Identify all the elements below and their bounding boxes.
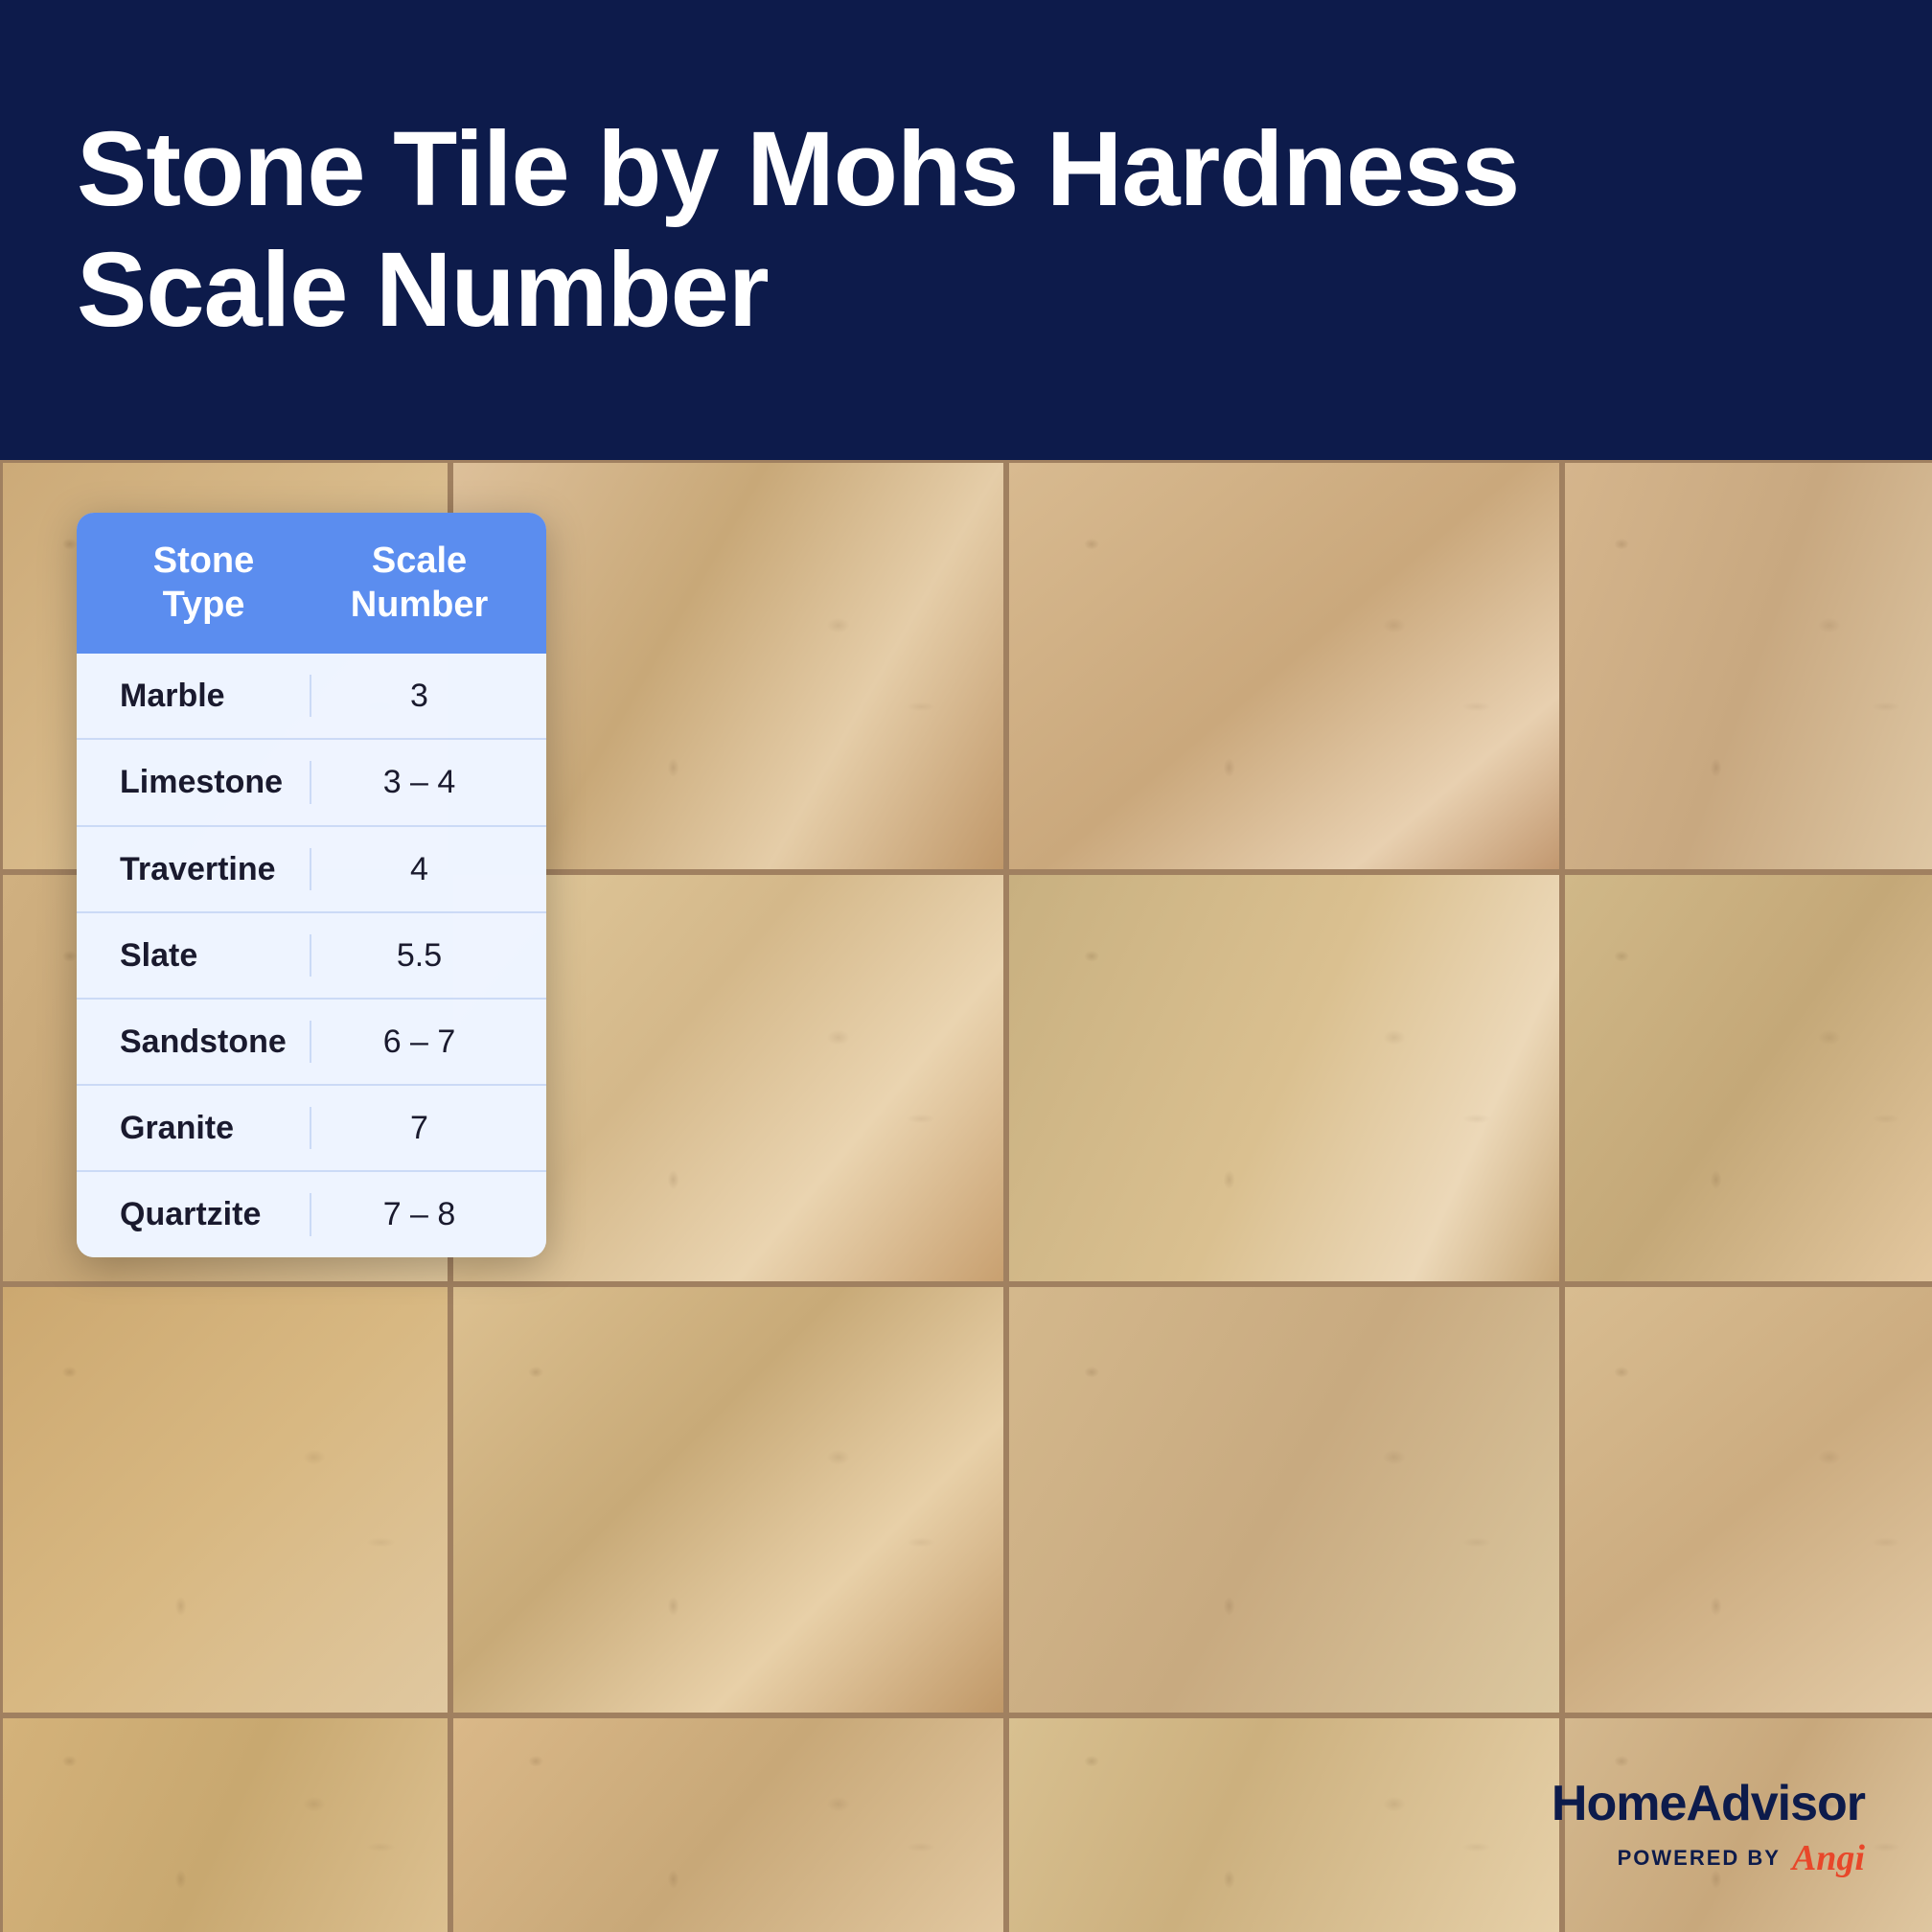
stone-tile <box>1562 872 1932 1284</box>
stone-type-cell: Marble <box>96 675 311 717</box>
table-body: Marble 3 Limestone 3 – 4 Travertine 4 Sl… <box>77 654 546 1256</box>
content-section: Stone Type Scale Number Marble 3 Limesto… <box>0 460 1932 1932</box>
table-row: Limestone 3 – 4 <box>77 740 546 826</box>
stone-type-cell: Granite <box>96 1107 311 1149</box>
stone-type-cell: Travertine <box>96 848 311 890</box>
stone-tile <box>450 1284 1006 1715</box>
stone-type-cell: Quartzite <box>96 1193 311 1235</box>
stone-type-cell: Sandstone <box>96 1021 311 1063</box>
table-row: Sandstone 6 – 7 <box>77 1000 546 1086</box>
powered-by-label: POWERED BY <box>1618 1846 1781 1871</box>
stone-type-cell: Slate <box>96 934 311 977</box>
data-table-card: Stone Type Scale Number Marble 3 Limesto… <box>77 513 546 1257</box>
col2-header: Scale Number <box>311 540 527 627</box>
table-row: Marble 3 <box>77 654 546 740</box>
header-section: Stone Tile by Mohs Hardness Scale Number <box>0 0 1932 460</box>
page-container: Stone Tile by Mohs Hardness Scale Number <box>0 0 1932 1932</box>
table-header: Stone Type Scale Number <box>77 513 546 654</box>
table-row: Granite 7 <box>77 1086 546 1172</box>
stone-tile <box>1006 872 1562 1284</box>
stone-tile <box>1006 460 1562 872</box>
table-row: Travertine 4 <box>77 827 546 913</box>
stone-tile <box>0 1715 450 1932</box>
powered-by-row: POWERED BY Angi <box>1552 1837 1865 1879</box>
stone-tile <box>1006 1715 1562 1932</box>
table-row: Quartzite 7 – 8 <box>77 1172 546 1256</box>
angi-logo: Angi <box>1792 1837 1865 1879</box>
stone-tile <box>0 1284 450 1715</box>
stone-type-cell: Limestone <box>96 761 311 803</box>
scale-number-cell: 3 <box>311 675 527 717</box>
table-row: Slate 5.5 <box>77 913 546 1000</box>
stone-tile <box>1562 1284 1932 1715</box>
scale-number-cell: 4 <box>311 848 527 890</box>
stone-tile <box>1006 1284 1562 1715</box>
scale-number-cell: 7 – 8 <box>311 1193 527 1235</box>
stone-tile <box>450 1715 1006 1932</box>
stone-tile <box>1562 460 1932 872</box>
scale-number-cell: 6 – 7 <box>311 1021 527 1063</box>
scale-number-cell: 5.5 <box>311 934 527 977</box>
scale-number-cell: 3 – 4 <box>311 761 527 803</box>
homeadvisor-logo-text: HomeAdvisor <box>1552 1775 1865 1832</box>
branding-section: HomeAdvisor POWERED BY Angi <box>1552 1775 1865 1879</box>
scale-number-cell: 7 <box>311 1107 527 1149</box>
col1-header: Stone Type <box>96 540 311 627</box>
page-title: Stone Tile by Mohs Hardness Scale Number <box>77 109 1519 352</box>
